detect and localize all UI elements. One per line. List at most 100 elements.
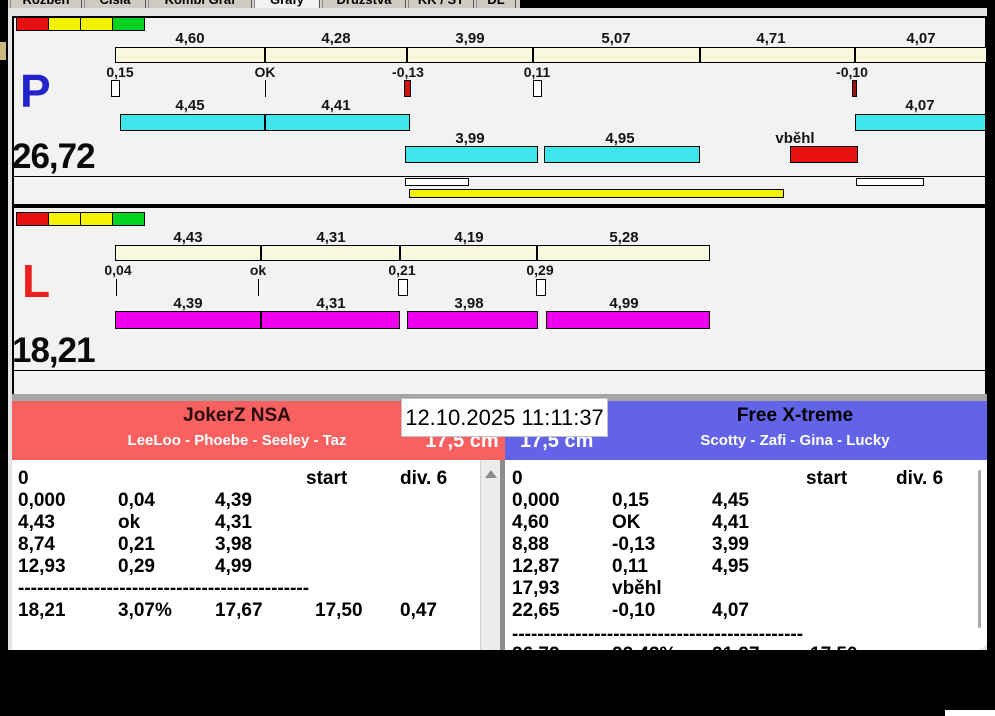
table-cell: 12,87 <box>512 556 560 577</box>
deviation-marker <box>533 80 542 97</box>
plan-time-bar <box>115 47 987 63</box>
run-time-label: 4,31 <box>316 295 346 312</box>
team-name: JokerZ NSA <box>183 405 291 426</box>
run-time-bar <box>855 114 986 131</box>
plan-segment-label: 4,19 <box>454 229 484 246</box>
plan-segment-label: 4,60 <box>175 30 205 47</box>
run-time-label: 4,39 <box>173 295 203 312</box>
run-time-label: 3,99 <box>455 130 485 147</box>
run-time-bar <box>405 146 538 163</box>
table-cell: start <box>806 468 848 489</box>
run-time-label: 4,95 <box>605 130 635 147</box>
run-time-bar <box>407 311 538 329</box>
run-letter-l: L <box>22 255 51 307</box>
table-separator: ----------------------------------------… <box>512 624 804 645</box>
panel-l <box>12 208 987 394</box>
tab-kk-st[interactable]: KK / ST <box>408 0 474 8</box>
segment-divider <box>399 245 401 261</box>
table-total-cell: 17,67 <box>215 600 263 621</box>
deviation-marker <box>111 80 120 97</box>
table-cell: 12,93 <box>18 556 66 577</box>
table-cell: 4,45 <box>712 490 749 511</box>
table-total-cell: 0,47 <box>400 600 437 621</box>
plan-segment-label: 4,43 <box>173 229 203 246</box>
status-square-yellow <box>80 212 113 226</box>
table-total-cell: 3,07% <box>118 600 172 621</box>
table-cell: 0,000 <box>18 490 66 511</box>
table-cell: 4,99 <box>215 556 252 577</box>
segment-divider <box>264 114 266 131</box>
deviation-label: -0,13 <box>392 64 424 80</box>
tab-label: DL <box>487 0 504 7</box>
run-time-label: 4,41 <box>321 97 351 114</box>
table-cell: 0,04 <box>118 490 155 511</box>
fault-bar <box>790 146 858 163</box>
deviation-label: ok <box>249 262 267 278</box>
plan-segment-label: 5,07 <box>601 30 631 47</box>
deviation-label: 0,29 <box>526 262 554 278</box>
tab-grafy[interactable]: Grafy <box>254 0 320 8</box>
left-table-scrollbar[interactable] <box>480 460 500 650</box>
deviation-marker <box>536 279 546 296</box>
left-edge-fragment <box>0 42 6 60</box>
segment-divider <box>264 47 266 63</box>
table-cell: 17,93 <box>512 578 560 599</box>
deviation-label: 0,15 <box>106 64 134 80</box>
tab-bar: Rozběh Čísla Kombi Graf Grafy Družstva K… <box>8 0 520 8</box>
bottom-edge <box>0 650 995 716</box>
deviation-label: 0,04 <box>104 262 132 278</box>
table-cell: 3,99 <box>712 534 749 555</box>
deviation-marker <box>258 279 259 296</box>
table-cell: 3,98 <box>215 534 252 555</box>
deviation-label: 0,21 <box>388 262 416 278</box>
deviation-label: OK <box>254 64 276 80</box>
table-cell: 0,11 <box>612 556 648 577</box>
team-members: Scotty - Zafi - Gina - Lucky <box>700 432 890 449</box>
team-members: LeeLoo - Phoebe - Seeley - Taz <box>127 432 347 449</box>
panel-baseline <box>12 370 987 371</box>
tab-label: Grafy <box>270 0 304 7</box>
right-table-scrollbar[interactable] <box>978 470 981 628</box>
segment-divider <box>699 47 701 63</box>
table-cell: 0,15 <box>612 490 649 511</box>
left-edge <box>0 0 8 716</box>
table-cell: -0,10 <box>612 600 656 621</box>
plan-segment-label: 4,28 <box>321 30 351 47</box>
table-cell: 0,000 <box>512 490 560 511</box>
segment-divider <box>532 47 534 63</box>
tab-label: Družstva <box>337 0 392 7</box>
plan-segment-label: 4,31 <box>316 229 346 246</box>
tab-kombi-graf[interactable]: Kombi Graf <box>148 0 252 8</box>
table-cell: 0 <box>512 468 523 489</box>
scroll-up-icon[interactable] <box>485 470 497 478</box>
tab-dl[interactable]: DL <box>476 0 516 8</box>
table-cell: 8,74 <box>18 534 55 555</box>
table-cell: 0,29 <box>118 556 155 577</box>
plan-segment-label: 3,99 <box>455 30 485 47</box>
plan-segment-label: 4,71 <box>756 30 786 47</box>
tab-cisla[interactable]: Čísla <box>84 0 146 8</box>
run-total-l: 18,21 <box>12 331 96 370</box>
status-square-red <box>16 212 49 226</box>
tab-rozbeh[interactable]: Rozběh <box>10 0 82 8</box>
tab-label: Rozběh <box>23 0 70 7</box>
table-cell: -0,13 <box>612 534 656 555</box>
tab-druzstva[interactable]: Družstva <box>322 0 406 8</box>
run-letter-p: P <box>20 65 51 117</box>
tab-label: Kombi Graf <box>165 0 236 7</box>
tab-label: KK / ST <box>418 0 464 7</box>
table-total-cell: 18,21 <box>18 600 66 621</box>
table-cell: div. 6 <box>896 468 944 489</box>
segment-divider <box>536 245 538 261</box>
table-cell: 4,39 <box>215 490 252 511</box>
progress-bar-yellow <box>409 189 784 198</box>
table-cell: vběhl <box>612 578 662 599</box>
table-cell: OK <box>612 512 641 533</box>
run-time-bar <box>115 311 400 329</box>
table-cell: 4,07 <box>712 600 749 621</box>
deviation-marker <box>265 80 266 97</box>
table-cell: 0,21 <box>118 534 155 555</box>
status-square-green <box>112 212 145 226</box>
deviation-marker-red <box>404 80 411 97</box>
run-time-label: 4,99 <box>609 295 639 312</box>
